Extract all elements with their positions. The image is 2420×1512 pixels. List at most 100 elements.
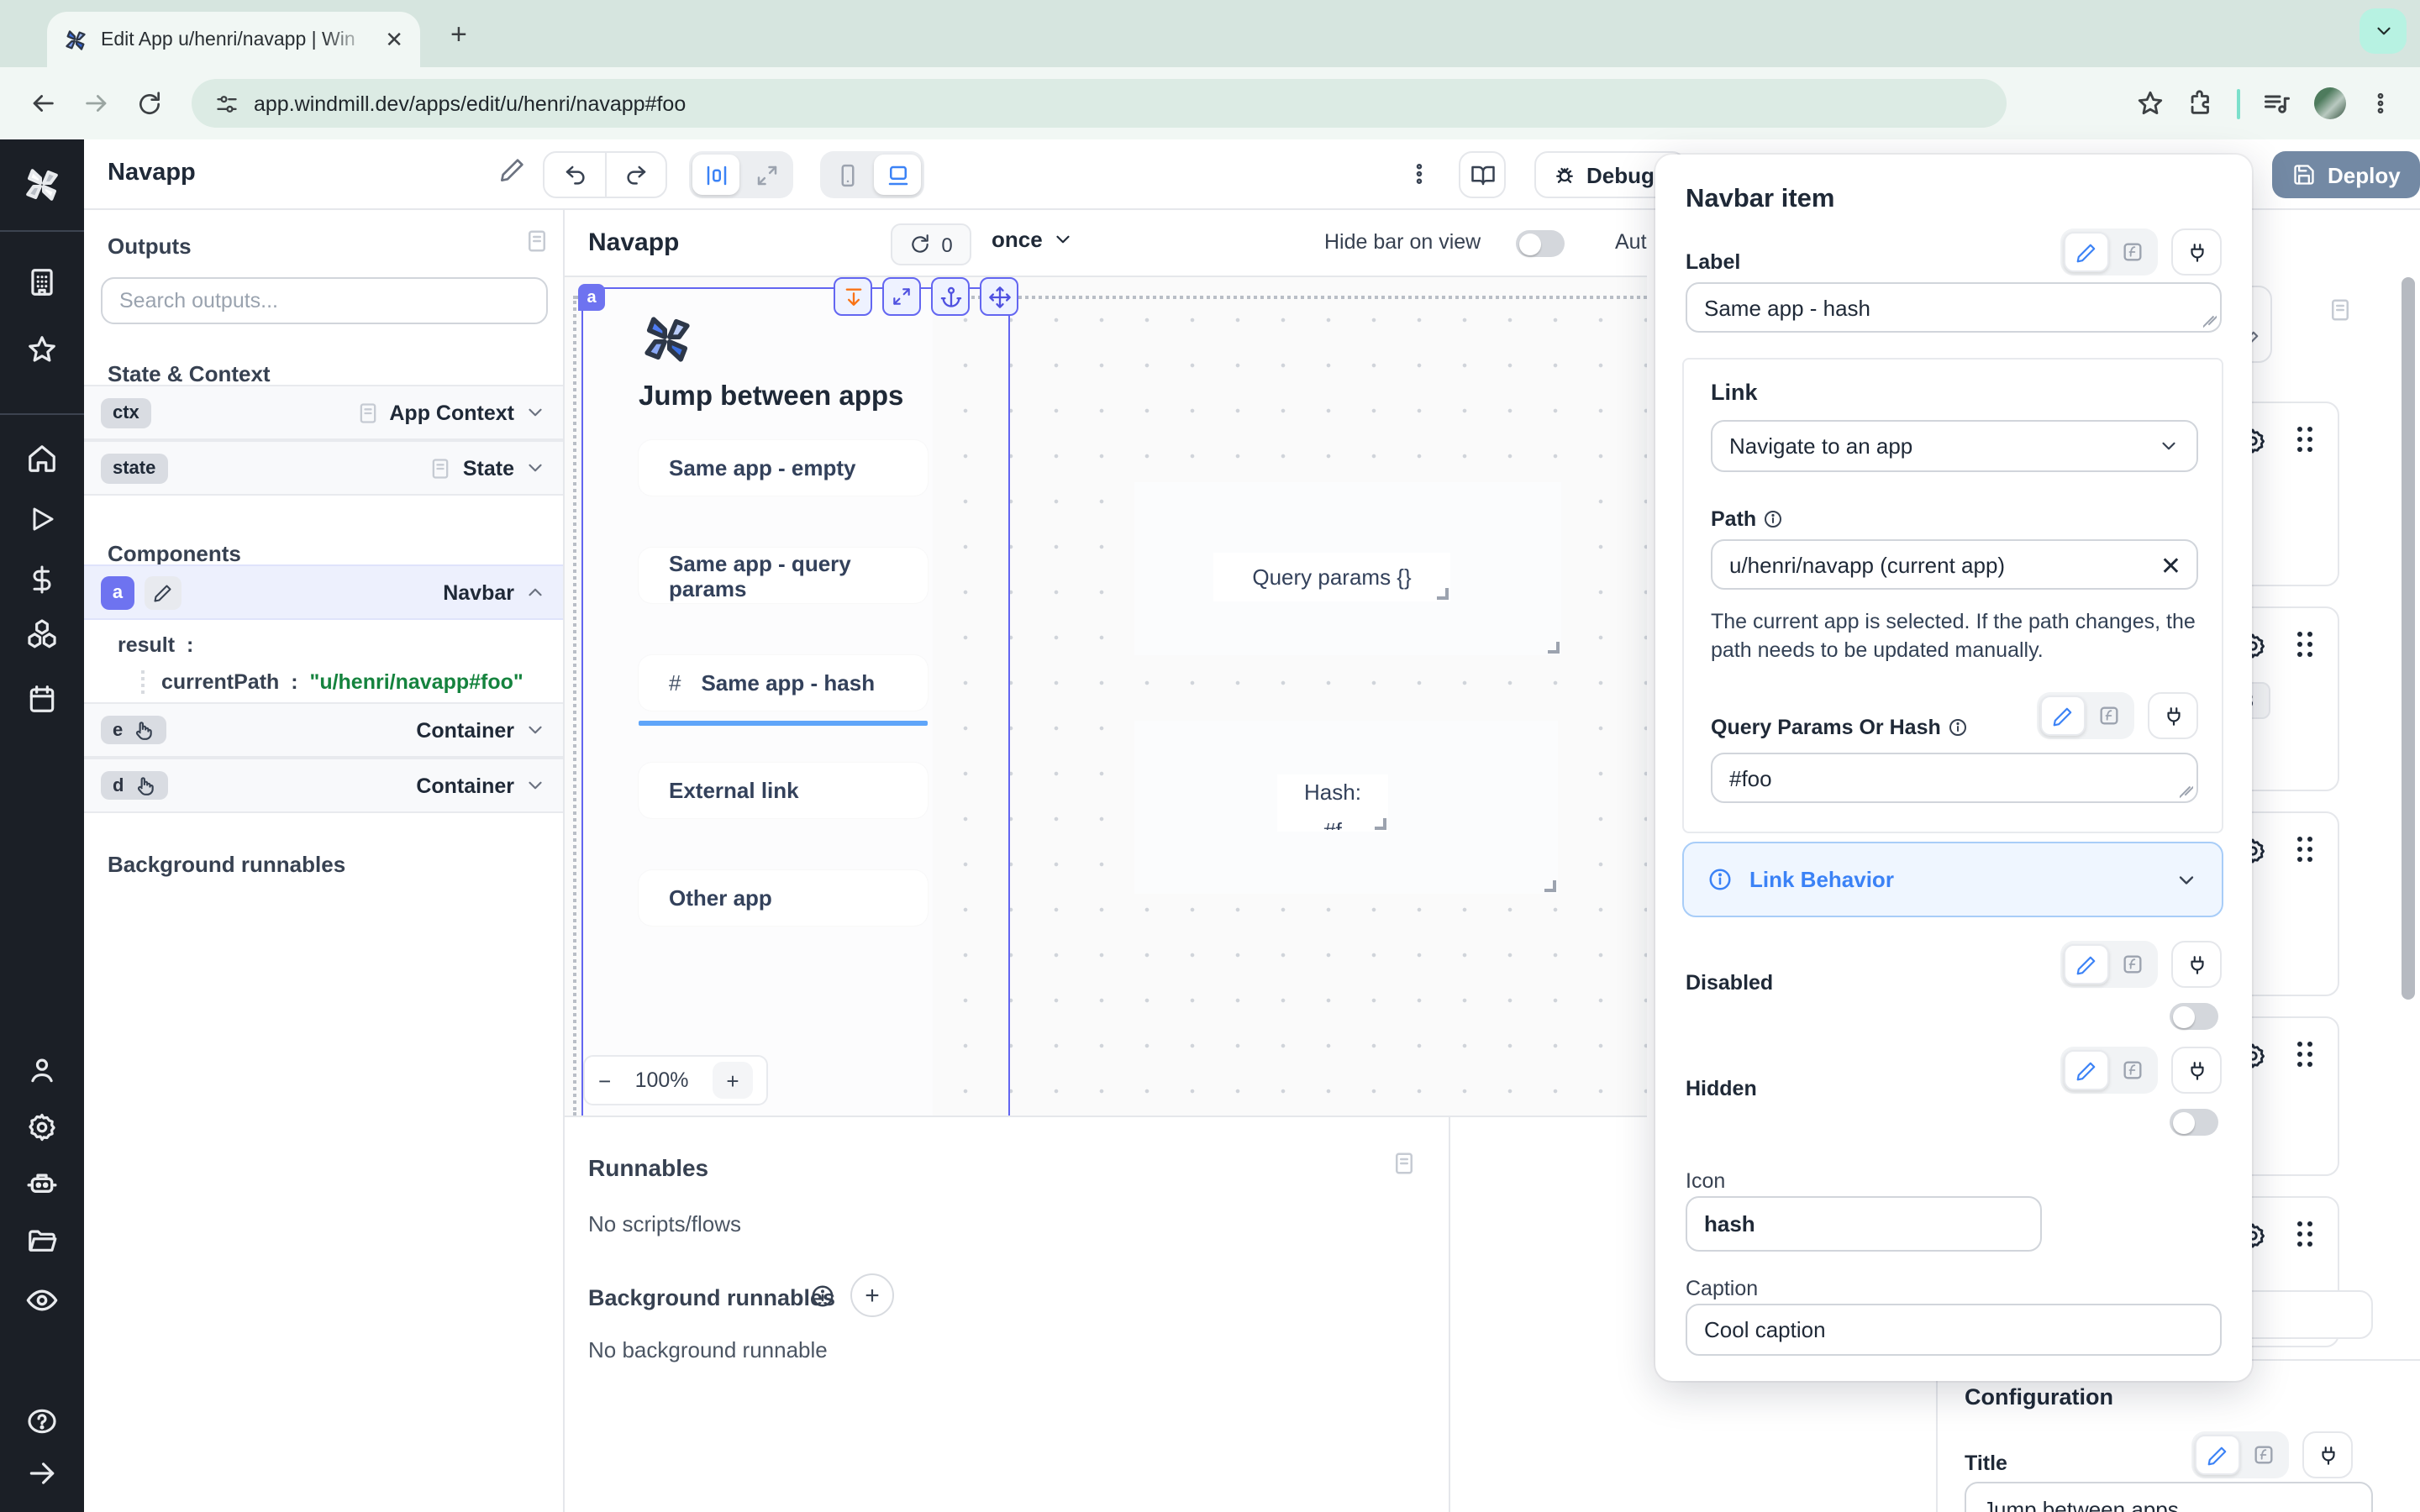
centered-layout-toggle[interactable] — [692, 155, 739, 195]
folders-icon[interactable] — [26, 1226, 58, 1257]
link-behavior-expander[interactable]: Link Behavior — [1682, 842, 2223, 917]
new-tab-button[interactable]: + — [450, 20, 467, 49]
resize-handle[interactable] — [2203, 314, 2217, 328]
resize-handle[interactable] — [2180, 785, 2193, 798]
search-outputs-input[interactable] — [101, 277, 548, 324]
path-field-input[interactable] — [1711, 539, 2198, 590]
resources-icon[interactable] — [26, 617, 58, 649]
clear-path-icon[interactable]: ✕ — [2160, 551, 2181, 581]
move-icon[interactable] — [980, 277, 1018, 316]
schedules-icon[interactable] — [26, 683, 58, 715]
more-menu-icon[interactable] — [1407, 161, 1432, 208]
panel-doc-icon[interactable] — [2328, 297, 2353, 323]
static-edit-pencil-icon[interactable] — [2064, 1050, 2109, 1090]
drag-handle-icon[interactable] — [2297, 632, 2314, 660]
navbar-component-row[interactable]: a Navbar — [84, 564, 563, 620]
reload-icon[interactable] — [128, 81, 171, 125]
info-icon[interactable] — [1763, 509, 1783, 529]
forward-icon[interactable] — [74, 81, 118, 125]
title-field-input[interactable] — [1965, 1482, 2373, 1512]
browser-tab[interactable]: Edit App u/henri/navapp | Win ✕ — [47, 12, 420, 67]
workspace-icon[interactable] — [26, 266, 58, 298]
drag-handle-icon[interactable] — [2297, 1221, 2314, 1250]
icon-field-input[interactable] — [1686, 1196, 2042, 1252]
zoom-out-button[interactable]: − — [598, 1068, 611, 1093]
rename-pencil-icon[interactable] — [145, 575, 182, 609]
static-edit-pencil-icon[interactable] — [2064, 232, 2109, 272]
maximize-icon[interactable] — [882, 277, 921, 316]
windmill-logo[interactable] — [22, 165, 62, 205]
static-edit-pencil-icon[interactable] — [2064, 944, 2109, 984]
function-mode-icon[interactable] — [2109, 944, 2154, 984]
resize-corner[interactable] — [1548, 642, 1560, 654]
disabled-toggle[interactable] — [2170, 1003, 2218, 1030]
hidden-toggle[interactable] — [2170, 1109, 2218, 1136]
function-mode-icon[interactable] — [2240, 1435, 2286, 1475]
chevron-down-icon[interactable] — [524, 774, 546, 796]
function-mode-icon[interactable] — [2109, 1050, 2154, 1090]
connect-plug-icon[interactable] — [2302, 1431, 2353, 1478]
users-icon[interactable] — [26, 1054, 58, 1086]
workers-icon[interactable] — [25, 1168, 59, 1201]
link-type-select[interactable]: Navigate to an app — [1711, 420, 2198, 472]
app-canvas[interactable]: Jump between apps Same app - empty Same … — [565, 277, 1647, 1116]
anchor-icon[interactable] — [931, 277, 970, 316]
refresh-mode-select[interactable]: once — [992, 227, 1075, 252]
fullscreen-layout-toggle[interactable] — [743, 155, 790, 195]
caption-field-input[interactable] — [1686, 1304, 2222, 1356]
tab-close-icon[interactable]: ✕ — [385, 29, 403, 50]
browser-menu-icon[interactable] — [2368, 91, 2393, 116]
chevron-down-icon[interactable] — [524, 402, 546, 423]
scrollbar[interactable] — [2402, 277, 2415, 1000]
mobile-preview-toggle[interactable] — [823, 155, 871, 195]
drag-handle-icon[interactable] — [2297, 837, 2314, 865]
query-field-input[interactable] — [1711, 753, 2198, 803]
function-mode-icon[interactable] — [2109, 232, 2154, 272]
home-icon[interactable] — [26, 443, 58, 475]
connect-plug-icon[interactable] — [2171, 1047, 2222, 1094]
url-bar[interactable]: app.windmill.dev/apps/edit/u/henri/navap… — [192, 79, 2007, 128]
static-edit-pencil-icon[interactable] — [2040, 696, 2086, 736]
container-d-row[interactable]: d Container — [84, 758, 563, 813]
info-icon[interactable] — [1948, 717, 1968, 738]
back-icon[interactable] — [20, 81, 64, 125]
panel-doc-icon[interactable] — [1392, 1151, 1417, 1176]
media-controls-icon[interactable] — [2262, 88, 2292, 118]
container-e-row[interactable]: e Container — [84, 702, 563, 758]
drag-handle-icon[interactable] — [2297, 1042, 2314, 1070]
variables-icon[interactable] — [27, 564, 57, 595]
chevron-up-icon[interactable] — [524, 581, 546, 603]
connect-plug-icon[interactable] — [2171, 228, 2222, 276]
drag-handle-icon[interactable] — [2297, 427, 2314, 455]
docs-book-icon[interactable] — [1459, 151, 1506, 198]
resize-corner[interactable] — [1375, 818, 1386, 830]
function-mode-icon[interactable] — [2086, 696, 2131, 736]
query-params-text-box[interactable]: Query params {} — [1213, 553, 1450, 601]
hash-container[interactable]: Hash: #f — [1134, 721, 1558, 894]
redo-button[interactable] — [605, 153, 666, 197]
ctx-output-row[interactable]: ctx App Context — [84, 385, 563, 440]
panel-doc-icon[interactable] — [524, 228, 550, 254]
tab-search-chevron-icon[interactable] — [2360, 8, 2407, 54]
runs-icon[interactable] — [27, 504, 57, 534]
edit-title-pencil-icon[interactable] — [499, 156, 526, 203]
profile-avatar[interactable] — [2314, 87, 2346, 119]
collapse-arrow-icon[interactable] — [26, 1457, 58, 1489]
label-field-input[interactable] — [1686, 282, 2222, 333]
chevron-down-icon[interactable] — [524, 719, 546, 741]
extensions-icon[interactable] — [2186, 89, 2215, 118]
help-icon[interactable] — [26, 1405, 58, 1437]
resize-corner[interactable] — [1437, 588, 1449, 600]
favorites-star-icon[interactable] — [26, 333, 58, 365]
deploy-button[interactable]: Deploy — [2272, 151, 2420, 198]
expand-down-icon[interactable] — [834, 277, 872, 316]
site-settings-icon[interactable] — [215, 92, 239, 115]
hide-bar-toggle[interactable] — [1516, 230, 1565, 257]
hash-text-box[interactable]: Hash: #f — [1277, 774, 1388, 832]
query-params-container[interactable]: Query params {} — [1134, 482, 1561, 655]
audit-eye-icon[interactable] — [25, 1284, 59, 1317]
settings-gear-icon[interactable] — [26, 1111, 58, 1143]
connect-plug-icon[interactable] — [2171, 941, 2222, 988]
refresh-count-button[interactable]: 0 — [891, 223, 971, 265]
chevron-down-icon[interactable] — [524, 457, 546, 479]
